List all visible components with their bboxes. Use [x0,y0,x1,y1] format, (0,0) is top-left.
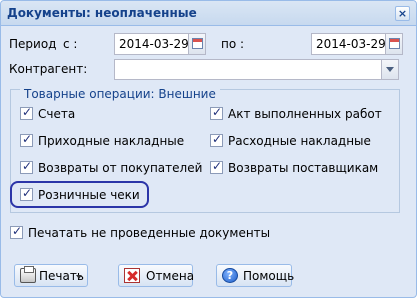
operations-group-legend: Товарные операции: Внешние [20,87,220,101]
chevron-down-icon [386,67,394,72]
checkbox-incoming-waybills[interactable] [20,132,33,147]
checkbox-work-acts[interactable] [210,105,223,120]
checkbox-customer-returns[interactable] [20,159,33,174]
checkbox-incoming-waybills-label[interactable]: Приходные накладные [38,134,184,148]
printer-icon [20,266,36,283]
print-button[interactable]: Печать [14,264,88,287]
period-from-label: с : [63,37,78,51]
checkbox-print-unposted[interactable] [10,224,23,239]
help-icon: ? [222,268,238,283]
help-button[interactable]: ? Помощь [216,264,295,287]
calendar-icon [389,38,400,49]
checkbox-outgoing-waybills[interactable] [210,132,223,147]
checkbox-outgoing-waybills-label[interactable]: Расходные накладные [228,134,371,148]
help-button-label: Помощь [243,269,295,283]
cancel-button-label: Отмена [146,269,195,283]
title-bar[interactable]: Документы: неоплаченные × [1,1,416,26]
checkbox-supplier-returns[interactable] [210,159,223,174]
period-label: Период [9,37,57,51]
cancel-button[interactable]: Отмена [118,264,195,287]
period-from-field[interactable]: 2014-03-29 [114,33,206,55]
cancel-icon [124,268,140,283]
counterparty-dropdown-button[interactable] [381,59,399,80]
calendar-icon [192,38,203,49]
counterparty-combobox[interactable] [114,59,399,80]
checkbox-supplier-returns-label[interactable]: Возвраты поставщикам [228,161,378,175]
checkbox-print-unposted-label[interactable]: Печатать не проведенные документы [28,226,270,240]
retail-receipts-highlight [10,181,149,208]
period-to-value: 2014-03-29 [316,37,386,51]
dialog-window: Документы: неоплаченные × Период с : 201… [0,0,417,298]
period-to-picker-button[interactable] [385,33,403,55]
checkbox-customer-returns-label[interactable]: Возвраты от покупателей [38,161,202,175]
period-from-value: 2014-03-29 [119,37,189,51]
counterparty-label: Контрагент: [9,62,88,76]
period-to-field[interactable]: 2014-03-29 [311,33,403,55]
checkbox-invoices[interactable] [20,105,33,120]
checkbox-work-acts-label[interactable]: Акт выполненных работ [228,107,382,121]
period-to-label: по : [221,37,245,51]
checkbox-invoices-label[interactable]: Счета [38,107,75,121]
period-from-picker-button[interactable] [188,33,206,55]
window-title: Документы: неоплаченные [7,6,197,20]
close-button[interactable]: × [395,6,410,21]
chevron-down-icon [76,275,82,279]
